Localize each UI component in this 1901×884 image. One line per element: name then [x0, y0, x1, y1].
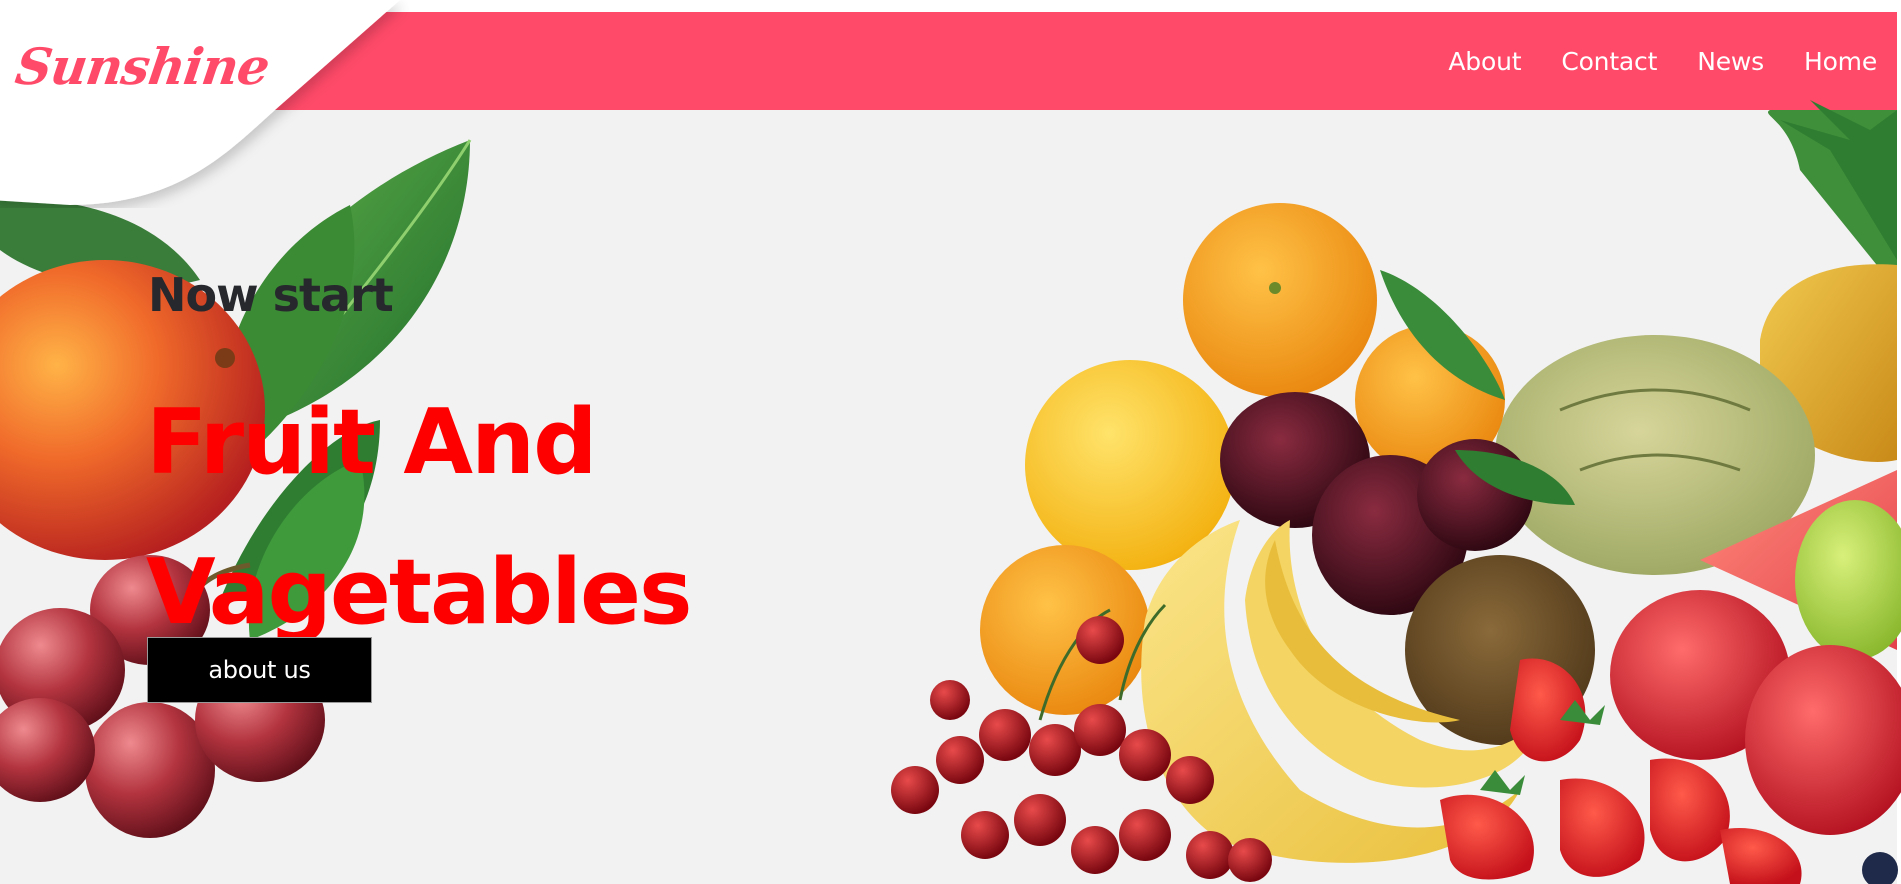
grapefruit — [980, 545, 1150, 715]
blueberry — [1862, 852, 1898, 884]
hero-pretitle: Now start — [148, 268, 394, 322]
orange — [1183, 203, 1377, 397]
nav-item-contact[interactable]: Contact — [1561, 47, 1657, 76]
nav-item-home[interactable]: Home — [1804, 47, 1877, 76]
hero-title-line-1: Fruit And — [146, 390, 598, 495]
about-us-button[interactable]: about us — [147, 637, 372, 703]
hero-title: Fruit And Vagetables — [146, 368, 846, 668]
nav-item-news[interactable]: News — [1697, 47, 1764, 76]
brand-logo[interactable]: Sunshine — [12, 37, 273, 96]
nav-item-about[interactable]: About — [1448, 47, 1521, 76]
main-nav: About Contact News Home — [1448, 12, 1877, 110]
landing-page: Sunshine About Contact News Home Now sta… — [0, 0, 1901, 884]
